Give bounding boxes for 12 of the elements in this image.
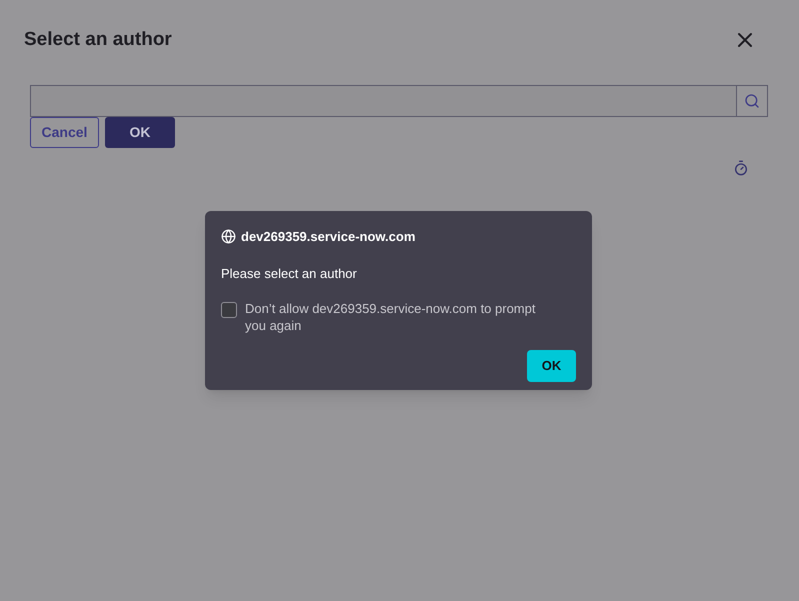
checkbox-label: Don’t allow dev269359.service-now.com to prompt you again	[245, 300, 536, 334]
ok-button[interactable]: OK	[105, 116, 175, 148]
search-icon	[744, 92, 760, 108]
checkbox[interactable]	[221, 302, 237, 318]
prompt-message: Please select an author	[221, 264, 358, 282]
globe-icon	[221, 229, 236, 244]
timer-icon[interactable]	[733, 160, 749, 176]
search-button[interactable]	[737, 84, 768, 116]
ok-button[interactable]: OK	[527, 350, 576, 382]
search-field[interactable]	[30, 84, 737, 116]
dialog-title: Select an author	[24, 28, 172, 52]
site-name: dev269359.service-now.com	[241, 228, 416, 246]
